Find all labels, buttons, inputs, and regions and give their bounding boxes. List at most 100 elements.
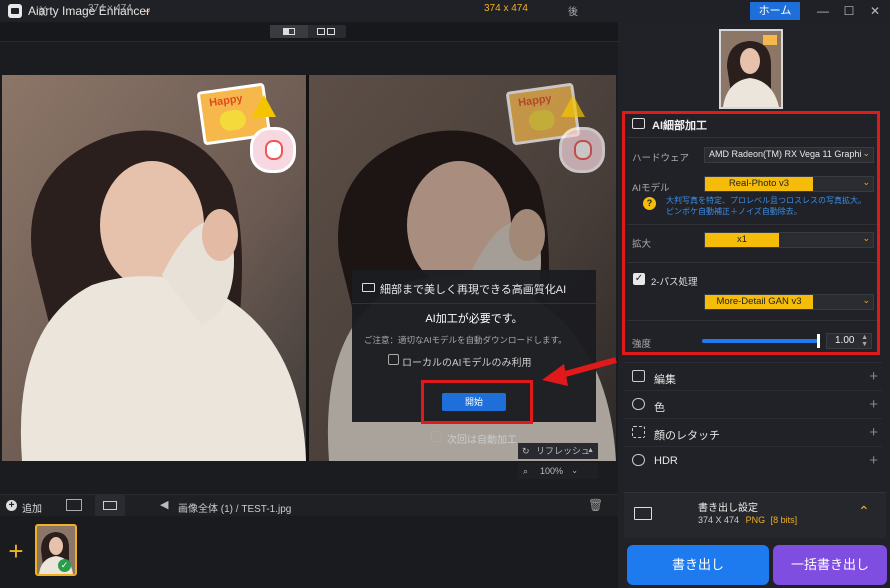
section-face-label: 顔のレタッチ	[654, 430, 720, 442]
strength-value: 1.00	[835, 335, 855, 346]
section-color-label: 色	[654, 402, 665, 414]
back-arrow-icon[interactable]: ◀	[160, 498, 168, 511]
strength-label: 強度	[632, 339, 652, 350]
export-button[interactable]: 書き出し	[627, 545, 769, 585]
batch-export-button[interactable]: 一括書き出し	[773, 545, 887, 585]
chevron-down-icon: ⌄	[862, 295, 870, 305]
export-settings-icon	[634, 507, 652, 520]
scale-label: 拡大	[632, 239, 652, 250]
two-pass-label[interactable]: 2-パス処理	[651, 274, 697, 288]
refresh-button[interactable]: リフレッシュ ↻ ▲	[518, 443, 598, 459]
strength-handle[interactable]	[816, 334, 820, 348]
edit-icon	[632, 370, 645, 382]
model-description: 大判写真を特定、プロレベル且つロスレスの写真拡大。ピンボケ自動補正＋ノイズ自動除…	[666, 196, 866, 216]
view-toggle	[270, 25, 346, 38]
original-image: Happy	[2, 75, 306, 461]
export-title: 書き出し設定	[698, 503, 758, 514]
bottom-toolbar: + 追加 ◀ 画像全体 (1) / TEST-1.jpg 🗑	[0, 494, 618, 517]
add-icon[interactable]: +	[6, 500, 17, 511]
scale-value: x1	[705, 233, 779, 247]
list-view-button[interactable]	[95, 495, 125, 517]
ai-detail-icon	[632, 118, 645, 129]
chevron-down-icon: ⌄	[862, 233, 870, 243]
panel-divider	[627, 320, 877, 321]
thumbnail-strip	[0, 516, 618, 588]
close-icon[interactable]: ✕	[864, 2, 886, 20]
dialog-note: ご注意：適切なAIモデルを自動ダウンロードします。	[364, 335, 567, 345]
strength-slider[interactable]	[702, 334, 820, 348]
hardware-label: ハードウェア	[632, 153, 690, 164]
dialog-header-text: 細部まで美しく再現できる高画質化AI	[380, 284, 567, 296]
navigator-preview[interactable]	[719, 29, 783, 109]
model-select[interactable]: Real-Photo v3 ⌄	[704, 176, 874, 192]
refresh-icon: ↻	[522, 446, 530, 456]
export-settings[interactable]: 書き出し設定 374 X 474 PNG [8 bits] ⌃	[624, 492, 886, 538]
maximize-icon[interactable]: ☐	[838, 2, 860, 20]
expand-icon[interactable]: +	[869, 368, 878, 385]
two-pass-value: More-Detail GAN v3	[705, 295, 813, 309]
palette-icon	[632, 398, 645, 410]
chevron-down-icon: ⌄	[571, 466, 578, 475]
section-face-retouch[interactable]: 顔のレタッチ +	[624, 418, 882, 446]
app-logo-icon	[8, 4, 22, 18]
section-edit[interactable]: 編集 +	[624, 362, 882, 390]
left-size: 374 x 474	[88, 3, 132, 14]
ai-panel-title[interactable]: AI細部加工	[652, 117, 707, 133]
hardware-select[interactable]: AMD Radeon(TM) RX Vega 11 Graphi ⌄	[704, 147, 874, 163]
chevron-up-icon: ▲	[587, 447, 594, 454]
chevron-down-icon[interactable]: ⌄	[143, 3, 152, 16]
grid-view-icon[interactable]	[66, 499, 82, 511]
strength-fill	[702, 339, 818, 343]
hardware-value: AMD Radeon(TM) RX Vega 11 Graphi	[709, 149, 862, 159]
split-view-button[interactable]	[270, 25, 308, 38]
home-button[interactable]: ホーム	[750, 2, 800, 20]
add-image-button[interactable]: +	[6, 526, 26, 576]
section-color[interactable]: 色 +	[624, 390, 882, 418]
start-button[interactable]: 開始	[442, 393, 506, 411]
local-model-checkbox[interactable]	[388, 354, 399, 365]
chevron-down-icon: ⌄	[862, 177, 870, 187]
auto-process-checkbox[interactable]	[431, 431, 442, 442]
chevron-down-icon: ⌄	[862, 148, 870, 159]
local-model-label[interactable]: ローカルのAIモデルのみ利用	[402, 354, 531, 369]
dialog-title: AI加工が必要です。	[425, 313, 523, 325]
check-icon: ✓	[58, 559, 71, 572]
expand-icon[interactable]: +	[869, 452, 878, 469]
export-bits: [8 bits]	[770, 515, 798, 525]
help-icon[interactable]: ?	[643, 197, 656, 210]
model-label: AIモデル	[632, 183, 670, 194]
add-button-label[interactable]: 追加	[22, 500, 42, 515]
stepper-icon[interactable]: ▲ ▼	[861, 334, 868, 348]
panel-divider	[627, 262, 877, 263]
export-format: PNG	[745, 515, 766, 525]
film-view-icon	[103, 501, 117, 510]
right-size: 374 x 474	[484, 3, 528, 14]
expand-icon[interactable]: +	[869, 424, 878, 441]
chevron-up-icon[interactable]: ⌃	[858, 503, 870, 520]
panel-divider	[627, 137, 877, 138]
zoom-value: 100%	[540, 466, 564, 476]
side-by-side-view-button[interactable]	[308, 25, 346, 38]
panel-divider	[627, 224, 877, 225]
zoom-icon: ⌕	[523, 466, 529, 476]
export-size: 374 X 474	[698, 515, 740, 525]
image-thumbnail[interactable]: ✓	[35, 524, 77, 576]
refresh-label: リフレッシュ	[536, 446, 591, 456]
hdr-icon	[632, 454, 645, 466]
model-value: Real-Photo v3	[705, 177, 813, 191]
minimize-icon[interactable]: —	[812, 2, 834, 20]
trash-icon[interactable]: 🗑	[588, 498, 603, 512]
section-hdr[interactable]: HDR +	[624, 446, 882, 474]
red-arrow-icon	[542, 357, 617, 386]
section-edit-label: 編集	[654, 374, 676, 386]
scale-select[interactable]: x1 ⌄	[704, 232, 874, 248]
strength-input[interactable]: 1.00 ▲ ▼	[826, 333, 872, 349]
auto-process-label[interactable]: 次回は自動加工	[447, 431, 517, 446]
expand-icon[interactable]: +	[869, 396, 878, 413]
zoom-control[interactable]: 100% ⌕ ⌄	[518, 463, 598, 479]
two-pass-select[interactable]: More-Detail GAN v3 ⌄	[704, 294, 874, 310]
before-label: 前	[38, 7, 48, 18]
face-icon	[632, 426, 645, 438]
two-pass-checkbox[interactable]: ✓	[633, 273, 645, 285]
file-path: 画像全体 (1) / TEST-1.jpg	[178, 504, 292, 515]
